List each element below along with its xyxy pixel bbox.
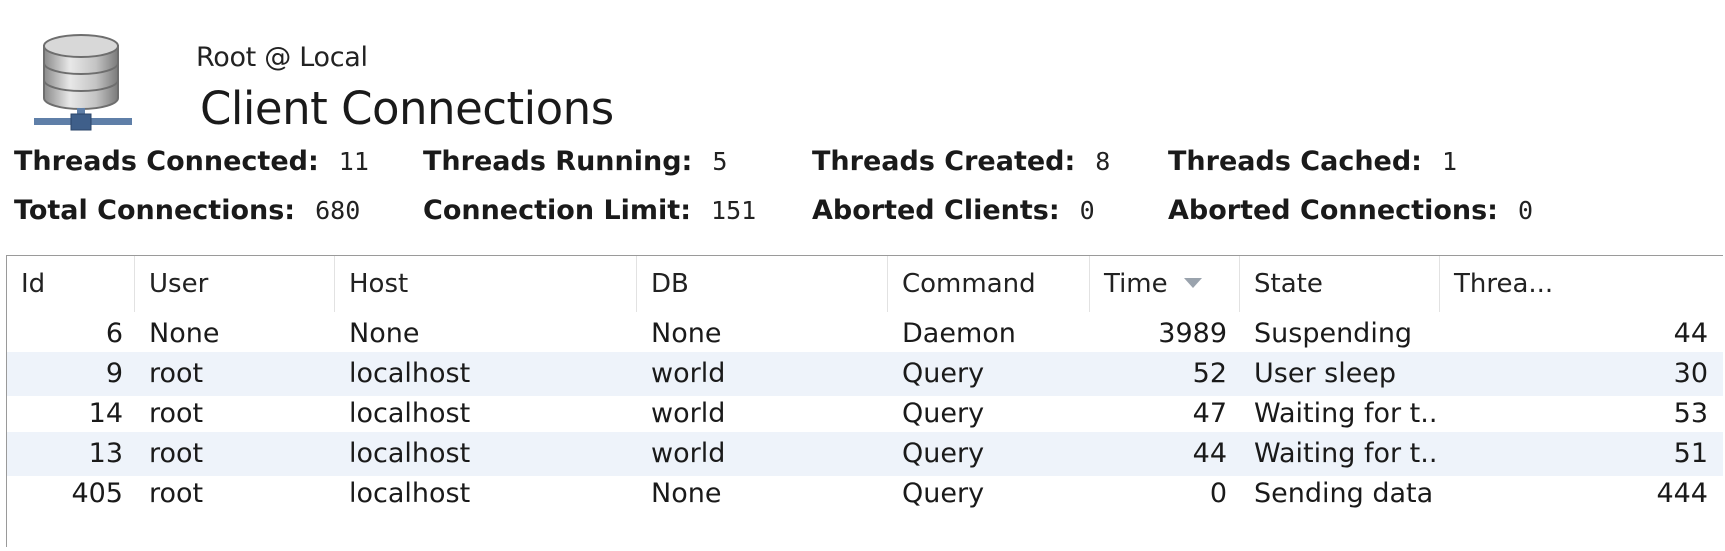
cell-host: localhost xyxy=(349,478,471,509)
cell-user: None xyxy=(149,318,220,349)
cell-user: root xyxy=(149,358,204,389)
cell-time: 44 xyxy=(1192,438,1227,469)
stat-value: 0 xyxy=(1517,196,1534,225)
database-server-icon xyxy=(34,34,132,131)
cell-time: 0 xyxy=(1209,478,1227,509)
cell-thread: 53 xyxy=(1673,398,1708,429)
stat-value: 5 xyxy=(712,147,728,176)
stat-threads-connected: Threads Connected: 11 xyxy=(14,146,369,177)
cell-command: Query xyxy=(902,398,985,429)
cell-state: Waiting for t... xyxy=(1254,398,1440,429)
cell-db: world xyxy=(651,358,726,389)
cell-user: root xyxy=(149,398,204,429)
cell-host: localhost xyxy=(349,358,471,389)
stat-threads-cached: Threads Cached: 1 xyxy=(1168,146,1457,177)
table-row[interactable]: 13 root localhost world Query 44 Waiting for t… xyxy=(7,432,1723,476)
cell-id: 14 xyxy=(88,398,123,429)
stat-label: Threads Connected: xyxy=(14,146,319,177)
table-row[interactable]: 14 root localhost world Query 47 Waiting for t… xyxy=(7,392,1723,436)
column-header-command[interactable]: Command xyxy=(888,256,1090,312)
cell-time: 52 xyxy=(1192,358,1227,389)
cell-time: 47 xyxy=(1192,398,1227,429)
stat-total-connections: Total Connections: 680 xyxy=(14,195,360,226)
cell-state: Suspending xyxy=(1254,318,1413,349)
stat-label: Connection Limit: xyxy=(423,195,692,226)
column-header-state[interactable]: State xyxy=(1240,256,1440,312)
stat-threads-running: Threads Running: 5 xyxy=(423,146,727,177)
page-title: Client Connections xyxy=(200,82,614,135)
column-header-time-label: Time xyxy=(1104,269,1168,299)
cell-id: 13 xyxy=(88,438,123,469)
sort-descending-icon xyxy=(1184,278,1202,288)
cell-user: root xyxy=(149,438,204,469)
cell-state: Waiting for t... xyxy=(1254,438,1440,469)
stat-label: Aborted Clients: xyxy=(812,195,1060,226)
cell-host: None xyxy=(349,318,420,349)
stat-value: 8 xyxy=(1095,147,1111,176)
cell-user: root xyxy=(149,478,204,509)
cell-db: world xyxy=(651,438,726,469)
cell-state: User sleep xyxy=(1254,358,1397,389)
cell-db: None xyxy=(651,318,722,349)
column-header-user[interactable]: User xyxy=(135,256,335,312)
cell-time: 3989 xyxy=(1158,318,1227,349)
stat-label: Aborted Connections: xyxy=(1168,195,1498,226)
table-row[interactable]: 9 root localhost world Query 52 User sleep 30 xyxy=(7,352,1723,396)
cell-thread: 44 xyxy=(1673,318,1708,349)
cell-id: 405 xyxy=(71,478,123,509)
column-header-host[interactable]: Host xyxy=(335,256,637,312)
stat-value: 11 xyxy=(338,147,369,176)
cell-state: Sending data xyxy=(1254,478,1434,509)
stat-aborted-clients: Aborted Clients: 0 xyxy=(812,195,1095,226)
column-header-thread[interactable]: Threa... xyxy=(1440,256,1723,312)
connection-name: Root @ Local xyxy=(196,42,368,73)
column-header-id[interactable]: Id xyxy=(7,256,135,312)
table-row[interactable]: 405 root localhost None Query 0 Sending data 44… xyxy=(7,472,1723,516)
table-row[interactable]: 6 None None None Daemon 3989 Suspending 44 xyxy=(7,312,1723,356)
cell-db: world xyxy=(651,398,726,429)
cell-thread: 30 xyxy=(1673,358,1708,389)
cell-command: Daemon xyxy=(902,318,1016,349)
cell-command: Query xyxy=(902,478,985,509)
cell-command: Query xyxy=(902,438,985,469)
connections-grid[interactable]: Id User Host DB Command Time State Threa… xyxy=(6,255,1723,547)
cell-host: localhost xyxy=(349,438,471,469)
cell-id: 9 xyxy=(105,358,123,389)
grid-header: Id User Host DB Command Time State Threa… xyxy=(7,256,1723,312)
stat-value: 1 xyxy=(1441,147,1458,176)
cell-thread: 51 xyxy=(1673,438,1708,469)
stat-label: Total Connections: xyxy=(14,195,296,226)
stat-connection-limit: Connection Limit: 151 xyxy=(423,195,756,226)
stat-threads-created: Threads Created: 8 xyxy=(812,146,1110,177)
stat-value: 680 xyxy=(315,196,361,225)
cell-db: None xyxy=(651,478,722,509)
cell-host: localhost xyxy=(349,398,471,429)
cell-command: Query xyxy=(902,358,985,389)
stat-value: 0 xyxy=(1079,196,1095,225)
stat-label: Threads Cached: xyxy=(1168,146,1422,177)
cell-thread: 444 xyxy=(1656,478,1708,509)
column-header-time[interactable]: Time xyxy=(1090,256,1240,312)
stat-label: Threads Created: xyxy=(812,146,1076,177)
stat-label: Threads Running: xyxy=(423,146,693,177)
stat-value: 151 xyxy=(711,196,757,225)
stat-aborted-connections: Aborted Connections: 0 xyxy=(1168,195,1533,226)
column-header-db[interactable]: DB xyxy=(637,256,888,312)
cell-id: 6 xyxy=(105,318,123,349)
client-connections-page: Root @ Local Client Connections Threads … xyxy=(0,0,1725,551)
